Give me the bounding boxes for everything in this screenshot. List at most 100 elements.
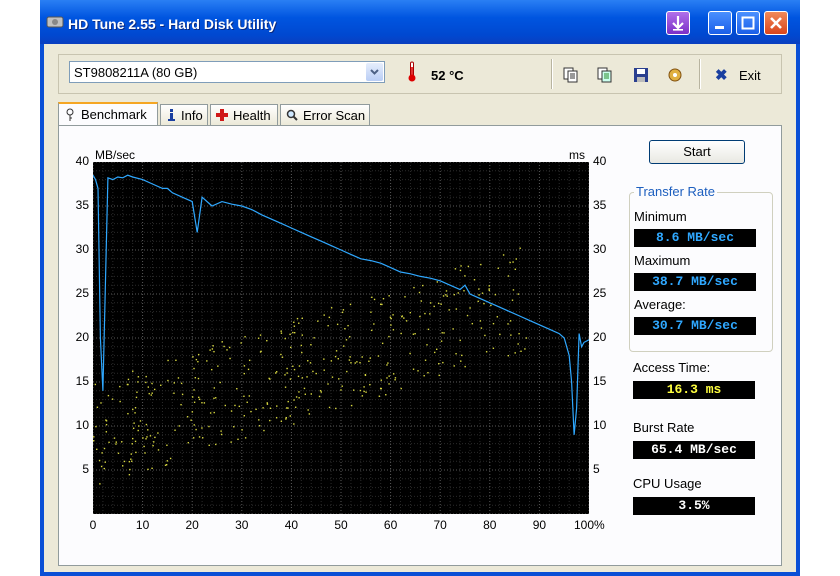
access-time-point	[337, 358, 340, 360]
access-time-point	[343, 345, 345, 347]
access-time-point	[363, 390, 365, 393]
chevron-down-icon[interactable]	[366, 63, 383, 81]
access-time-point	[448, 309, 450, 311]
access-time-point	[371, 329, 373, 332]
access-time-point	[230, 441, 232, 443]
access-time-point	[153, 388, 156, 391]
access-time-point	[134, 440, 137, 443]
access-time-point	[133, 422, 135, 424]
y-axis-label-right: ms	[569, 148, 585, 162]
access-time-point	[127, 412, 129, 415]
access-time-point	[455, 308, 458, 310]
access-time-point	[298, 397, 300, 399]
access-time-point	[488, 285, 490, 287]
access-time-point	[293, 399, 295, 401]
access-time-point	[511, 299, 514, 301]
access-time-point	[113, 437, 116, 439]
access-time-point	[160, 384, 162, 386]
health-cross-icon	[216, 109, 228, 121]
minimize-button[interactable]	[708, 11, 732, 35]
access-time-point	[380, 379, 382, 381]
access-time-point	[492, 347, 495, 349]
tab-benchmark[interactable]: Benchmark	[58, 102, 158, 126]
access-time-point	[517, 293, 519, 295]
access-time-point	[344, 327, 346, 330]
access-time-point	[488, 289, 491, 292]
download-button[interactable]	[666, 11, 690, 35]
maximize-button[interactable]	[736, 11, 760, 35]
x-tick-label: 10	[135, 518, 150, 532]
exit-icon[interactable]: ✖	[715, 66, 728, 84]
access-time-point	[484, 334, 486, 337]
access-time-point	[335, 407, 337, 410]
access-time-point	[193, 367, 195, 370]
access-time-point	[151, 467, 153, 470]
access-time-point	[243, 372, 246, 375]
access-time-point	[262, 407, 264, 409]
drive-select[interactable]: ST9808211A (80 GB)	[69, 61, 385, 83]
access-time-point	[512, 289, 515, 291]
access-time-point	[349, 356, 351, 358]
access-time-point	[413, 286, 415, 289]
access-time-point	[132, 408, 134, 411]
access-time-point	[280, 330, 282, 332]
y-tick-label-left: 30	[75, 242, 89, 256]
access-time-value: 16.3 ms	[633, 381, 755, 399]
access-time-point	[348, 359, 351, 361]
access-time-point	[412, 333, 415, 335]
tab-info[interactable]: Info	[160, 104, 208, 125]
access-time-point	[201, 427, 203, 429]
access-time-point	[94, 383, 97, 386]
access-time-point	[246, 401, 248, 404]
start-button[interactable]: Start	[649, 140, 745, 164]
close-button[interactable]	[764, 11, 788, 35]
access-time-point	[378, 395, 381, 397]
benchmark-panel: MB/sec ms 40 40 35 35 30 30 25 25 20 20 15 15 10 10 5 5…	[58, 125, 782, 566]
access-time-point	[269, 378, 271, 380]
access-time-point	[180, 403, 182, 406]
access-time-point	[243, 415, 245, 417]
tab-health[interactable]: Health	[210, 104, 278, 125]
access-time-point	[269, 407, 272, 409]
access-time-point	[98, 459, 101, 462]
access-time-point	[308, 413, 311, 415]
access-time-point	[292, 331, 294, 334]
access-time-point	[507, 275, 510, 277]
title-bar[interactable]: HD Tune 2.55 - Hard Disk Utility	[40, 0, 800, 44]
access-time-point	[226, 349, 228, 351]
access-time-point	[208, 444, 210, 447]
access-time-point	[298, 322, 300, 324]
access-time-point	[464, 275, 466, 277]
access-time-point	[461, 354, 463, 357]
access-time-point	[132, 370, 134, 372]
access-time-point	[377, 355, 380, 357]
access-time-point	[294, 406, 297, 408]
access-time-point	[211, 348, 214, 350]
access-time-point	[111, 398, 114, 400]
access-time-point	[507, 354, 510, 357]
hard-disk-icon	[46, 16, 64, 28]
copy-info-icon[interactable]	[597, 67, 613, 83]
access-time-point	[290, 346, 292, 349]
access-time-point	[293, 325, 296, 327]
access-time-point	[193, 389, 195, 391]
y-axis-label-left: MB/sec	[95, 148, 136, 162]
tab-error-scan[interactable]: Error Scan	[280, 104, 370, 125]
access-time-point	[167, 359, 169, 362]
save-icon[interactable]	[633, 67, 649, 83]
y-tick-label-right: 15	[593, 374, 607, 388]
y-tick-label-left: 25	[75, 286, 89, 300]
exit-button[interactable]: Exit	[739, 68, 761, 83]
access-time-point	[352, 389, 355, 391]
copy-icon[interactable]	[563, 67, 579, 83]
access-time-point	[136, 391, 138, 393]
access-time-point	[323, 314, 325, 316]
access-time-point	[453, 293, 455, 296]
access-time-point	[289, 378, 292, 380]
window-title: HD Tune 2.55 - Hard Disk Utility	[68, 16, 277, 32]
access-time-point	[145, 423, 148, 426]
access-time-point	[341, 311, 344, 314]
access-time-point	[93, 436, 95, 438]
options-icon[interactable]	[667, 67, 683, 83]
access-time-point	[386, 377, 388, 379]
